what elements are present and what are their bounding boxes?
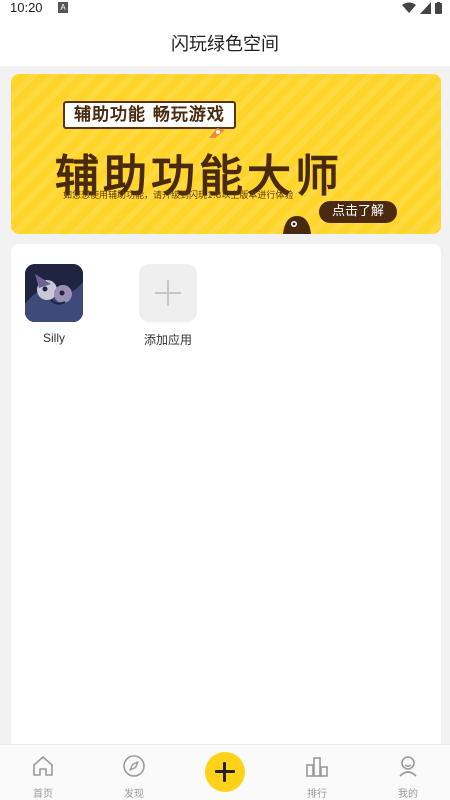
page-title: 闪玩绿色空间 [171,34,279,55]
wifi-icon [402,2,416,13]
add-button[interactable] [205,752,245,792]
tab-label: 排行 [307,789,327,800]
compass-icon [123,755,145,777]
tab-home[interactable]: 首页 [13,753,73,800]
silly-app-icon[interactable] [25,264,83,322]
bottom-tab-bar: 首页 发现 排行 我的 [0,744,450,800]
tab-discover[interactable]: 发现 [104,753,164,800]
app-label: Silly [42,331,65,345]
learn-more-button[interactable]: 点击了解 [318,201,397,223]
profile-icon [399,756,417,777]
tab-label: 我的 [398,789,418,800]
status-bar: 10:20 A [0,0,450,16]
ranking-icon [306,757,328,777]
add-app-tile[interactable]: 添加应用 [128,264,208,348]
tab-label: 首页 [33,789,53,800]
mascot-icon [283,216,311,234]
battery-icon [435,2,442,14]
promo-banner[interactable]: 辅助功能 畅玩游戏 辅助功能大师 如您想使用辅助功能，请升级到闪玩1.8以上版本… [11,74,441,234]
tab-ranking[interactable]: 排行 [287,753,347,800]
banner-tag: 辅助功能 畅玩游戏 [63,101,236,129]
app-header: 闪玩绿色空间 [0,16,450,66]
home-icon [33,756,53,776]
banner-subtitle: 如您想使用辅助功能，请升级到闪玩1.8以上版本进行体验 [63,191,294,201]
tab-label: 发现 [124,789,144,800]
tab-profile[interactable]: 我的 [378,753,438,800]
rocket-icon [209,128,225,138]
signal-icon [420,2,431,14]
plus-icon[interactable] [139,264,197,322]
status-icons [402,1,442,15]
app-label: 添加应用 [143,333,192,347]
apps-panel: Silly 添加应用 [11,244,441,764]
notification-icon: A [58,2,68,13]
status-time: 10:20 [10,0,43,15]
app-tile-silly[interactable]: Silly [14,264,94,345]
